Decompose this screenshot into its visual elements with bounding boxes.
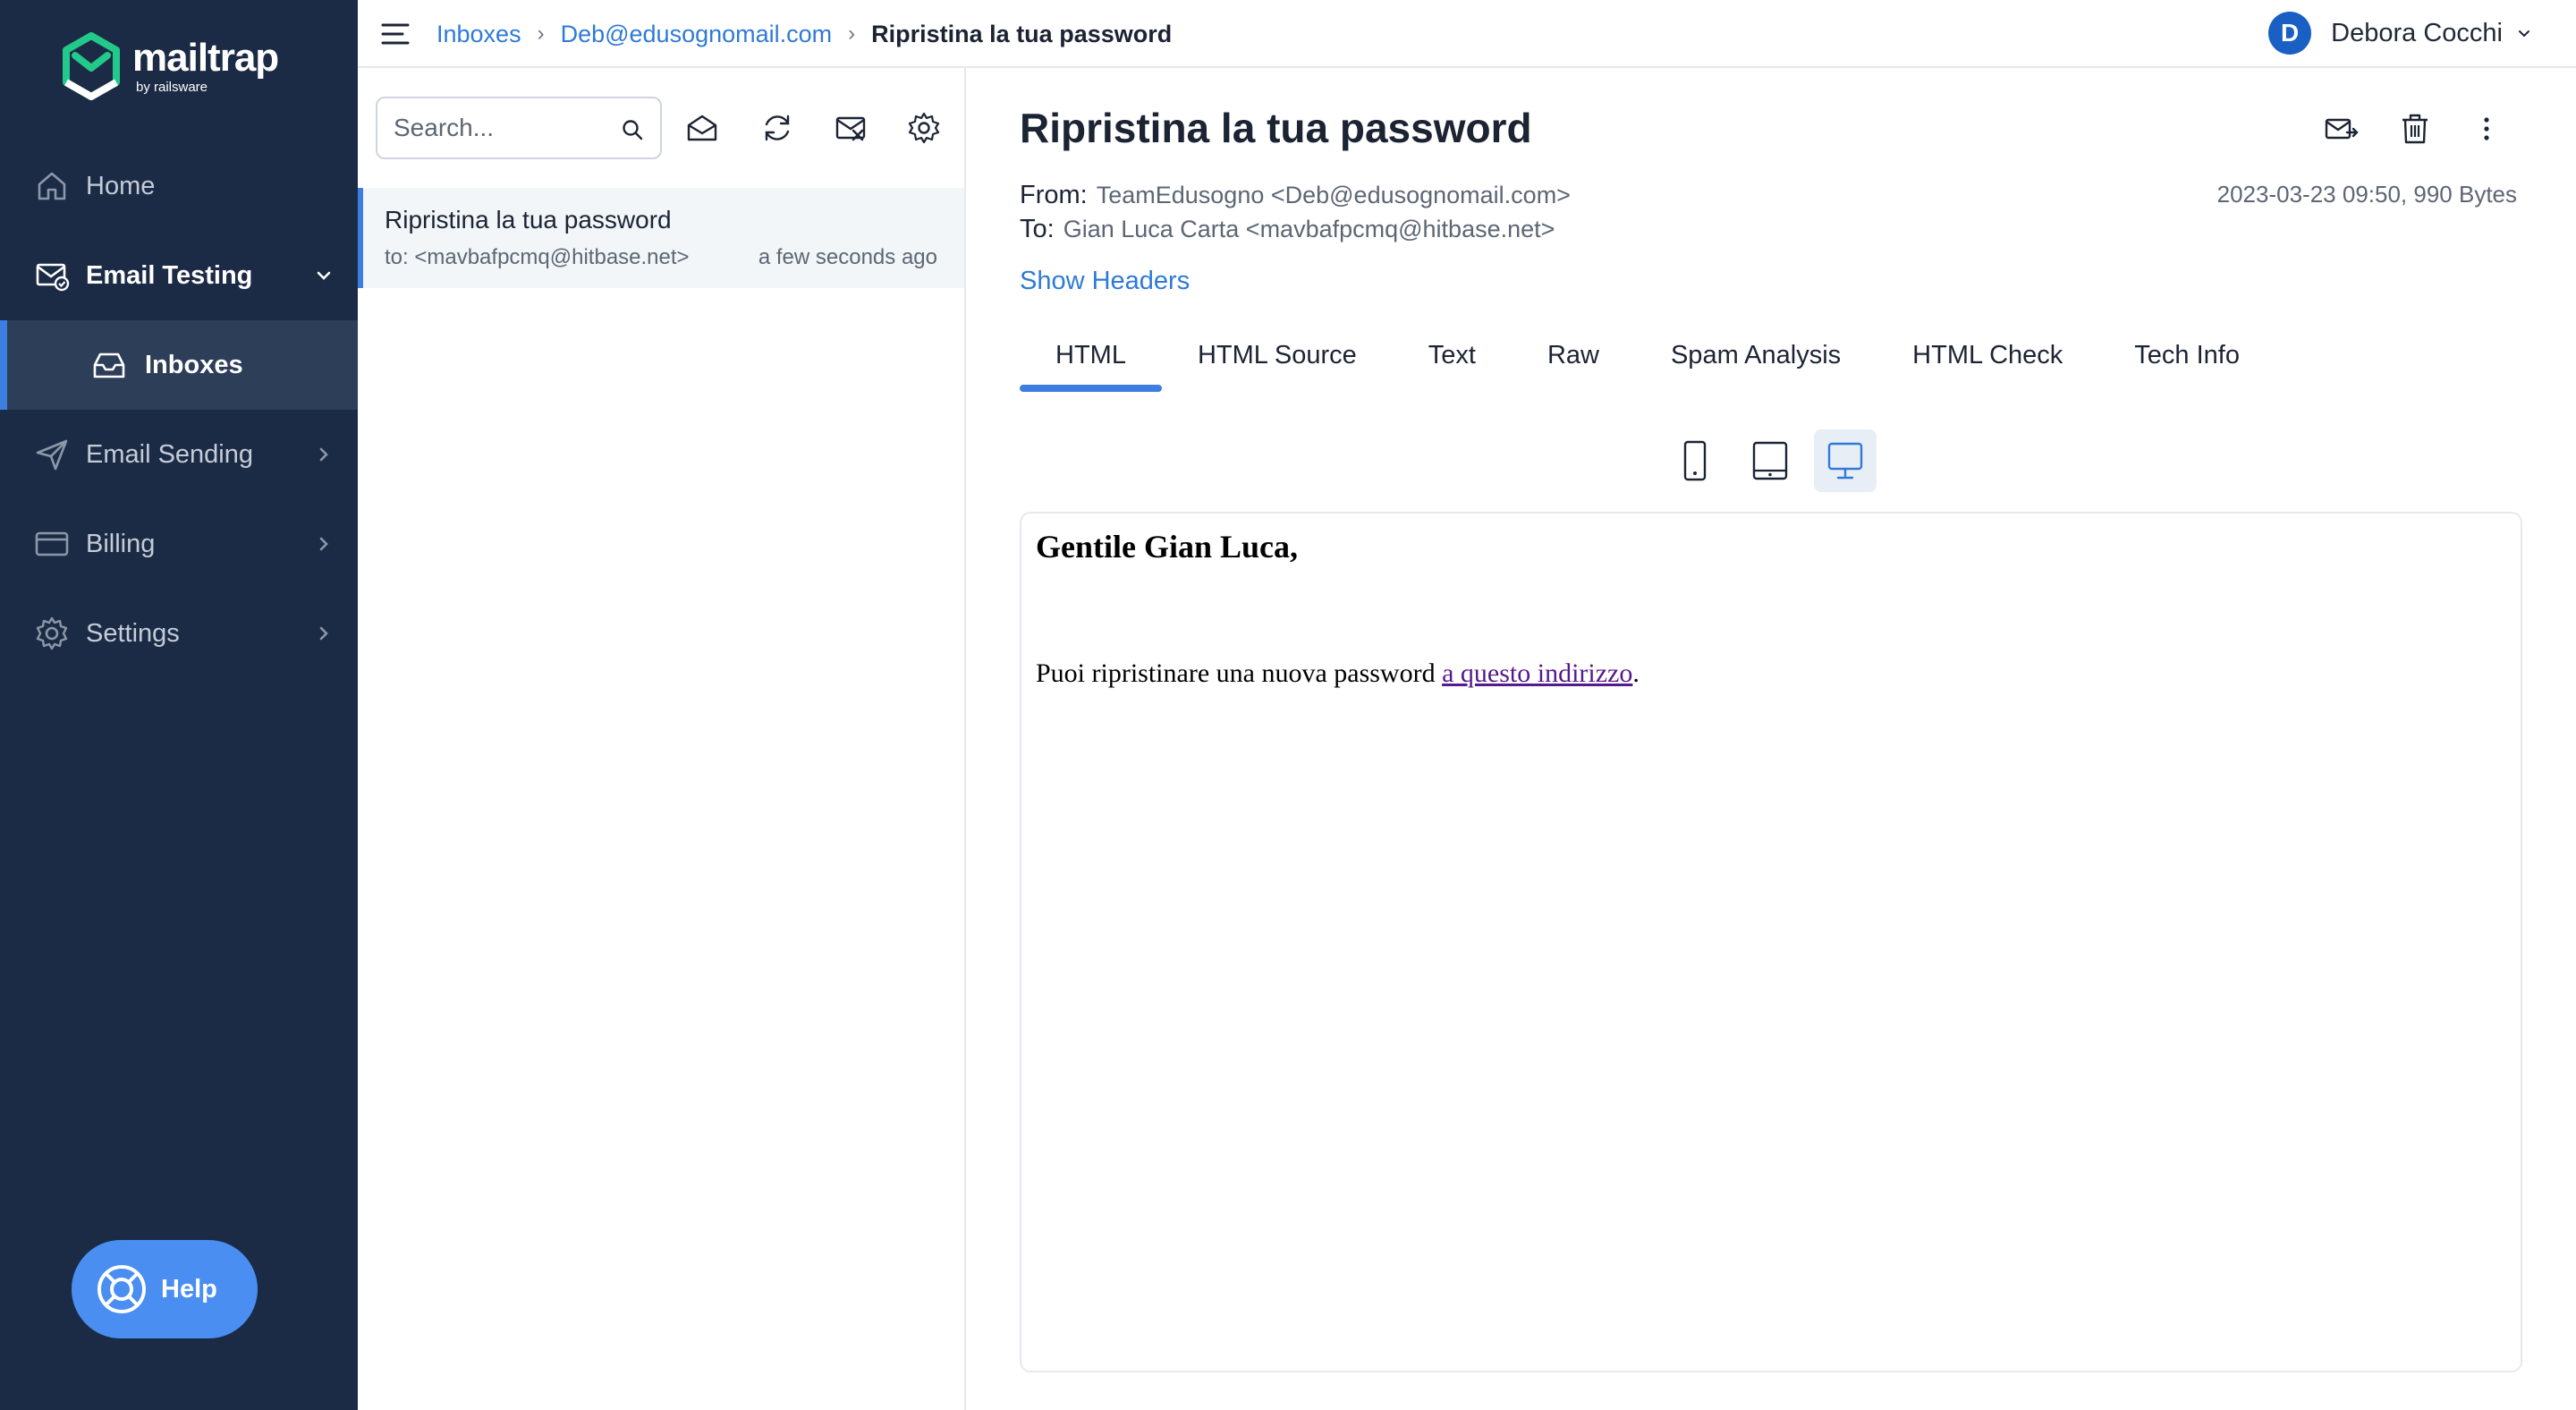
breadcrumb-separator: › — [537, 21, 545, 46]
home-icon — [38, 172, 66, 200]
show-headers-link[interactable]: Show Headers — [1020, 267, 1190, 296]
mailtrap-logo-icon — [63, 32, 120, 100]
message-tabs: HTML HTML Source Text Raw Spam Analysis … — [1020, 319, 2275, 392]
from-label: From: — [1020, 181, 1088, 209]
tab-html-check[interactable]: HTML Check — [1877, 319, 2098, 392]
message-time: a few seconds ago — [758, 245, 937, 269]
sidebar-item-label: Inboxes — [145, 351, 243, 379]
tab-tech-info[interactable]: Tech Info — [2098, 319, 2275, 392]
sidebar-item-home[interactable]: Home — [0, 141, 358, 231]
gear-icon — [36, 616, 68, 650]
tab-html-source[interactable]: HTML Source — [1162, 319, 1393, 392]
refresh-icon[interactable] — [760, 111, 794, 145]
paper-plane-icon — [36, 439, 68, 471]
search-box — [376, 97, 662, 159]
search-icon[interactable] — [621, 118, 644, 141]
help-label: Help — [161, 1274, 217, 1304]
logo-sub: by railsware — [136, 79, 208, 95]
breadcrumb-separator: › — [848, 21, 856, 46]
body-text-after: . — [1632, 658, 1640, 688]
device-switcher — [1664, 429, 1889, 492]
sidebar-item-label: Billing — [86, 529, 156, 558]
clear-inbox-icon[interactable] — [834, 111, 868, 145]
avatar: D — [2268, 12, 2312, 55]
message-recipient: to: <mavbafpcmq@hitbase.net> — [385, 245, 690, 269]
desktop-view-button[interactable] — [1814, 429, 1877, 492]
forward-icon[interactable] — [2324, 111, 2360, 147]
sidebar-item-label: Settings — [86, 618, 180, 648]
user-menu[interactable]: D Debora Cocchi — [2268, 11, 2533, 55]
breadcrumb-current: Ripristina la tua password — [871, 20, 1173, 47]
sidebar-item-inboxes[interactable]: Inboxes — [0, 320, 358, 410]
from-line: From: TeamEdusogno <Deb@edusognomail.com> — [1020, 181, 1571, 210]
email-preview: Gentile Gian Luca, Puoi ripristinare una… — [1020, 512, 2522, 1372]
tab-text[interactable]: Text — [1393, 319, 1512, 392]
message-detail-pane: Ripristina la tua password From: TeamEdus… — [966, 68, 2576, 1410]
breadcrumb-inbox[interactable]: Deb@edusognomail.com — [561, 21, 833, 48]
chevron-right-icon — [319, 626, 328, 641]
tablet-view-button[interactable] — [1739, 429, 1801, 492]
message-meta: 2023-03-23 09:50, 990 Bytes — [2216, 181, 2517, 208]
body-text-before: Puoi ripristinare una nuova password — [1036, 658, 1443, 688]
reset-password-link[interactable]: a questo indirizzo — [1442, 658, 1632, 688]
sidebar-item-email-sending[interactable]: Email Sending — [0, 410, 358, 499]
tab-html[interactable]: HTML — [1020, 319, 1162, 392]
breadcrumb: Inboxes › Deb@edusognomail.com › Riprist… — [436, 18, 1172, 50]
email-greeting: Gentile Gian Luca, — [1036, 529, 1299, 565]
chevron-down-icon — [317, 271, 331, 280]
active-indicator — [0, 320, 7, 410]
help-button[interactable]: Help — [72, 1240, 258, 1338]
email-body-text: Puoi ripristinare una nuova password a q… — [1036, 658, 1640, 689]
top-bar: Inboxes › Deb@edusognomail.com › Riprist… — [358, 0, 2576, 68]
tab-raw[interactable]: Raw — [1512, 319, 1635, 392]
lifebuoy-icon — [97, 1265, 146, 1313]
sidebar-item-billing[interactable]: Billing — [0, 499, 358, 589]
credit-card-icon — [35, 531, 69, 556]
logo-name: mailtrap — [132, 35, 279, 80]
trash-icon[interactable] — [2397, 111, 2433, 147]
envelope-check-icon — [36, 263, 70, 292]
search-input[interactable] — [394, 111, 608, 145]
sidebar-item-label: Email Sending — [86, 439, 253, 469]
mobile-view-button[interactable] — [1664, 429, 1726, 492]
to-label: To: — [1020, 215, 1055, 243]
tab-spam-analysis[interactable]: Spam Analysis — [1635, 319, 1877, 392]
breadcrumb-inboxes[interactable]: Inboxes — [436, 21, 521, 48]
sidebar-item-label: Email Testing — [86, 260, 253, 290]
mailtrap-logo[interactable]: mailtrap by railsware — [61, 30, 279, 102]
chevron-down-icon — [2519, 30, 2529, 38]
user-name: Debora Cocchi — [2331, 18, 2503, 47]
message-title: Ripristina la tua password — [1020, 105, 1532, 151]
desktop-icon — [1827, 442, 1863, 480]
to-line: To: Gian Luca Carta <mavbafpcmq@hitbase.n… — [1020, 215, 1555, 244]
more-icon[interactable] — [2469, 111, 2504, 147]
message-subject: Ripristina la tua password — [385, 206, 672, 234]
menu-icon[interactable] — [379, 18, 411, 50]
tablet-icon — [1752, 441, 1788, 480]
list-item[interactable]: Ripristina la tua password to: <mavbafpc… — [358, 188, 964, 288]
chevron-right-icon — [319, 447, 328, 462]
to-value: Gian Luca Carta <mavbafpcmq@hitbase.net> — [1063, 216, 1555, 242]
sidebar-item-settings[interactable]: Settings — [0, 589, 358, 678]
mobile-icon — [1683, 440, 1707, 481]
sidebar-item-email-testing[interactable]: Email Testing — [0, 231, 358, 320]
gear-icon[interactable] — [907, 111, 941, 145]
selected-indicator — [358, 188, 363, 288]
sidebar-item-label: Home — [86, 171, 156, 200]
mark-read-icon[interactable] — [685, 111, 719, 145]
sidebar: mailtrap by railsware Home Email Testing… — [0, 0, 358, 1410]
chevron-right-icon — [319, 537, 328, 551]
from-value: TeamEdusogno <Deb@edusognomail.com> — [1096, 182, 1571, 208]
inbox-icon — [93, 352, 125, 378]
message-list-pane: Ripristina la tua password to: <mavbafpc… — [358, 68, 966, 1410]
